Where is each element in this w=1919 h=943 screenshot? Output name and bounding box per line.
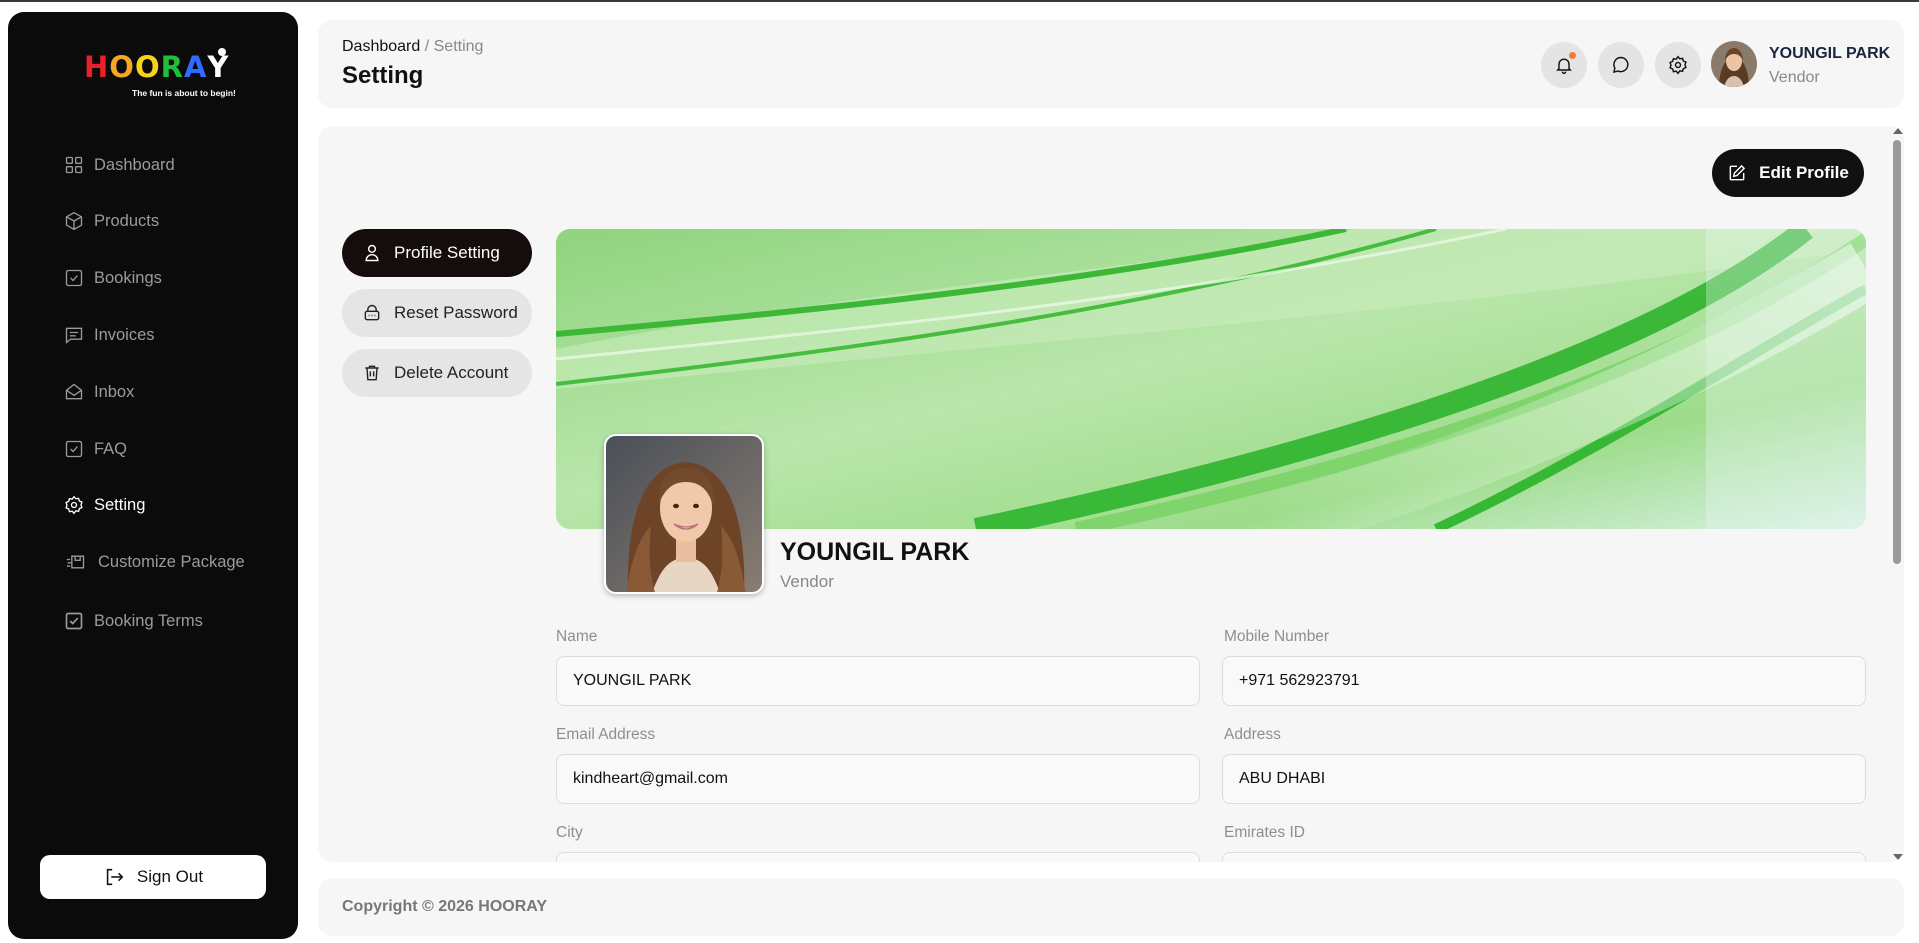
sidebar-item-label: Setting xyxy=(94,495,146,514)
logo-letter: A xyxy=(183,50,208,84)
tab-delete-account[interactable]: Delete Account xyxy=(342,349,532,397)
user-icon xyxy=(365,244,379,262)
logo-letter: O xyxy=(109,50,135,84)
name-label: Name xyxy=(556,628,598,645)
city-label: City xyxy=(556,824,583,841)
main-scrollbar[interactable] xyxy=(1890,126,1904,862)
name-field[interactable]: YOUNGIL PARK xyxy=(556,656,1200,706)
notifications-button[interactable] xyxy=(1541,42,1587,88)
sidebar-item-label: FAQ xyxy=(94,439,128,458)
notification-dot xyxy=(1569,52,1576,59)
footer: Copyright © 2026 HOORAY xyxy=(318,878,1904,936)
sidebar-item-label: Booking Terms xyxy=(94,611,203,630)
sidebar-item-booking-terms[interactable]: Booking Terms xyxy=(64,608,203,634)
profile-name: YOUNGIL PARK xyxy=(780,538,970,566)
scroll-down-arrow-icon[interactable] xyxy=(1893,854,1903,860)
messages-button[interactable] xyxy=(1598,42,1644,88)
sidebar-item-invoices[interactable]: Invoices xyxy=(64,322,155,348)
edit-profile-label: Edit Profile xyxy=(1759,163,1849,182)
box-icon xyxy=(65,211,83,231)
edit-icon xyxy=(1729,164,1746,181)
sidebar-item-label: Customize Package xyxy=(98,552,245,571)
package-icon xyxy=(66,555,85,569)
address-label: Address xyxy=(1224,726,1281,743)
logo-tagline: The fun is about to begin! xyxy=(132,88,236,98)
check-square-icon xyxy=(65,440,83,458)
trash-icon xyxy=(365,365,379,381)
hooray-logo[interactable]: HOORAY The fun is about to begin! xyxy=(74,42,254,102)
settings-panel: Edit Profile Profile Setting Reset Passw… xyxy=(318,126,1904,862)
tab-label: Reset Password xyxy=(394,303,518,322)
scrollbar-thumb[interactable] xyxy=(1893,140,1901,564)
gear-icon xyxy=(1669,55,1687,75)
sidebar-item-label: Products xyxy=(94,211,160,230)
city-field[interactable] xyxy=(556,852,1200,862)
tab-label: Delete Account xyxy=(394,363,509,382)
sidebar-item-products[interactable]: Products xyxy=(64,208,159,234)
breadcrumb-separator: / xyxy=(420,38,434,55)
profile-photo-image xyxy=(606,436,762,592)
sidebar-item-label: Invoices xyxy=(94,325,155,344)
sidebar: HOORAY The fun is about to begin! Dashbo… xyxy=(8,12,298,939)
emirates-id-field[interactable] xyxy=(1222,852,1866,862)
logo-letter: R xyxy=(160,50,184,84)
logo-wordmark: HOORAY xyxy=(84,50,229,84)
page-title: Setting xyxy=(342,62,424,89)
logo-dot xyxy=(218,48,226,56)
logo-letter: Y xyxy=(207,50,230,84)
breadcrumb: Dashboard / Setting xyxy=(342,38,483,56)
email-address-label: Email Address xyxy=(556,726,656,743)
logout-icon xyxy=(106,868,124,886)
chat-bubble-icon xyxy=(1612,56,1629,74)
sidebar-item-label: Bookings xyxy=(94,268,162,287)
logo-letter: O xyxy=(134,50,161,84)
check-square-icon xyxy=(65,269,83,287)
address-field[interactable]: ABU DHABI xyxy=(1222,754,1866,804)
grid-icon xyxy=(65,156,83,174)
header-user-role: Vendor xyxy=(1769,69,1820,86)
user-avatar[interactable] xyxy=(1711,41,1757,87)
profile-role: Vendor xyxy=(780,572,834,591)
sign-out-button[interactable]: Sign Out xyxy=(40,855,266,899)
tab-label: Profile Setting xyxy=(394,243,500,262)
sidebar-item-dashboard[interactable]: Dashboard xyxy=(64,152,175,178)
sign-out-label: Sign Out xyxy=(136,867,204,886)
header-user-name: YOUNGIL PARK xyxy=(1769,45,1891,62)
avatar-photo xyxy=(1711,41,1757,87)
sidebar-item-bookings[interactable]: Bookings xyxy=(64,265,162,291)
breadcrumb-current: Setting xyxy=(433,38,484,55)
sidebar-item-setting[interactable]: Setting xyxy=(64,492,145,518)
sidebar-item-label: Inbox xyxy=(94,382,135,401)
checkbox-icon xyxy=(65,612,83,630)
tab-reset-password[interactable]: Reset Password xyxy=(342,289,532,337)
settings-button[interactable] xyxy=(1655,42,1701,88)
sidebar-item-label: Dashboard xyxy=(94,155,175,174)
sidebar-item-faq[interactable]: FAQ xyxy=(64,436,127,462)
sidebar-item-inbox[interactable]: Inbox xyxy=(64,379,134,405)
sidebar-item-customize-package[interactable]: Customize Package xyxy=(64,549,245,575)
tab-profile-setting[interactable]: Profile Setting xyxy=(342,229,532,277)
top-header: Dashboard / Setting Setting YOUNGIL PARK… xyxy=(318,20,1904,108)
mobile-number-field[interactable]: +971 562923791 xyxy=(1222,656,1866,706)
mobile-number-label: Mobile Number xyxy=(1224,628,1330,645)
scroll-up-arrow-icon[interactable] xyxy=(1893,128,1903,134)
logo-letter: H xyxy=(84,50,110,84)
emirates-id-label: Emirates ID xyxy=(1224,824,1305,841)
edit-profile-button[interactable]: Edit Profile xyxy=(1712,149,1864,197)
email-address-field[interactable]: kindheart@gmail.com xyxy=(556,754,1200,804)
lock-icon xyxy=(364,304,380,321)
copyright-text: Copyright © 2026 HOORAY xyxy=(342,898,548,915)
profile-photo[interactable] xyxy=(604,434,764,594)
gear-icon xyxy=(65,495,83,515)
breadcrumb-dashboard-link[interactable]: Dashboard xyxy=(342,38,420,55)
mail-open-icon xyxy=(65,383,83,400)
message-square-icon xyxy=(65,327,83,344)
